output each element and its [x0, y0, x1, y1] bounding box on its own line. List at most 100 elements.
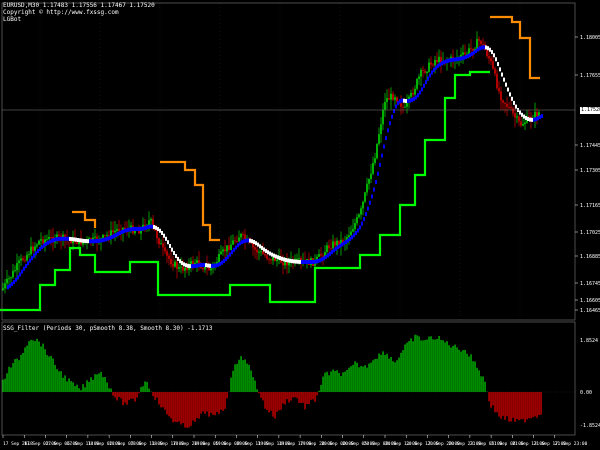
histogram-bar: [352, 364, 354, 392]
baseline-segment: [465, 55, 467, 60]
histogram-bar: [404, 344, 406, 392]
candle-body: [470, 48, 472, 50]
candle-body: [196, 260, 198, 263]
histogram-bar: [282, 392, 284, 404]
candle-body: [298, 258, 300, 259]
histogram-bar: [86, 380, 88, 392]
histogram-bar: [454, 344, 456, 392]
histogram-bar: [172, 392, 174, 423]
candle-body: [184, 268, 186, 271]
histogram-bar: [180, 392, 182, 425]
baseline-segment: [337, 245, 339, 250]
baseline-segment: [537, 116, 539, 121]
baseline-segment: [405, 99, 407, 104]
candle-body: [4, 283, 6, 289]
histogram-bar: [470, 354, 472, 392]
histogram-bar: [496, 392, 498, 413]
candle-body: [318, 254, 320, 257]
baseline-segment: [489, 47, 491, 52]
candle-body: [492, 61, 494, 69]
candle-body: [276, 259, 278, 262]
baseline-segment: [333, 248, 335, 253]
baseline-segment: [229, 252, 231, 257]
histogram-bar: [490, 392, 492, 408]
baseline-segment: [61, 236, 63, 241]
histogram-bar: [206, 392, 208, 412]
histogram-bar: [344, 371, 346, 392]
histogram-bar: [330, 371, 332, 392]
histogram-bar: [524, 392, 526, 423]
histogram-bar: [480, 376, 482, 392]
candle-body: [504, 102, 506, 104]
histogram-bar: [280, 392, 282, 410]
histogram-bar: [254, 380, 256, 392]
baseline-segment: [383, 144, 385, 149]
baseline-segment: [257, 242, 259, 247]
candle-body: [426, 71, 428, 73]
baseline-segment: [377, 171, 379, 176]
histogram-bar: [472, 361, 474, 392]
histogram-bar: [64, 375, 66, 392]
baseline-segment: [273, 253, 275, 258]
histogram-bar: [210, 392, 212, 413]
histogram-bar: [304, 392, 306, 410]
indicator-label: SSG_Filter (Periods 30, pSmooth 8.38, Sm…: [3, 325, 213, 332]
baseline-segment: [7, 285, 9, 290]
baseline-segment: [35, 251, 37, 256]
baseline-segment: [319, 258, 321, 263]
candle-body: [516, 116, 518, 118]
candle-body: [218, 254, 220, 262]
baseline-segment: [175, 254, 177, 259]
histogram-bar: [104, 377, 106, 392]
histogram-bar: [408, 341, 410, 392]
candle-body: [28, 254, 30, 256]
baseline-segment: [151, 224, 153, 229]
histogram-bar: [10, 367, 12, 392]
price-tick-label: 1.16605: [580, 298, 600, 304]
baseline-segment: [53, 237, 55, 242]
baseline-segment: [49, 239, 51, 244]
histogram-bar: [366, 367, 368, 392]
histogram-bar: [72, 382, 74, 392]
bot-tag: LGBot: [3, 16, 22, 23]
candle-body: [334, 241, 336, 246]
candle-body: [410, 92, 412, 97]
histogram-bar: [268, 392, 270, 413]
candle-body: [180, 266, 182, 268]
indicator-tick-label: 0.00: [580, 390, 592, 396]
candle-body: [330, 248, 332, 250]
histogram-bar: [340, 376, 342, 392]
baseline-segment: [243, 239, 245, 244]
baseline-segment: [339, 243, 341, 248]
baseline-segment: [253, 240, 255, 245]
histogram-bar: [220, 392, 222, 410]
histogram-bar: [432, 339, 434, 392]
baseline-segment: [79, 238, 81, 243]
baseline-segment: [171, 247, 173, 252]
candle-body: [34, 246, 36, 251]
baseline-segment: [369, 200, 371, 205]
histogram-bar: [324, 372, 326, 392]
baseline-segment: [295, 259, 297, 264]
candle-body: [178, 267, 180, 269]
baseline-segment: [103, 237, 105, 242]
histogram-bar: [442, 340, 444, 392]
histogram-bar: [100, 371, 102, 392]
baseline-segment: [331, 250, 333, 255]
trading-chart[interactable]: 1.18005 1.17655 1.17445 1.17305 1.17165 1.170…: [0, 0, 600, 450]
candle-body: [186, 268, 188, 270]
histogram-bar: [102, 377, 104, 392]
candle-body: [464, 52, 466, 55]
histogram-bar: [256, 389, 258, 392]
baseline-segment: [55, 237, 57, 242]
histogram-bar: [118, 392, 120, 397]
baseline-segment: [233, 247, 235, 252]
histogram-bar: [452, 345, 454, 392]
histogram-bar: [448, 345, 450, 392]
baseline-segment: [57, 237, 59, 241]
histogram-bar: [264, 392, 266, 409]
baseline-segment: [403, 98, 405, 103]
candle-body: [488, 56, 490, 59]
baseline-segment: [235, 245, 237, 250]
histogram-bar: [84, 387, 86, 392]
